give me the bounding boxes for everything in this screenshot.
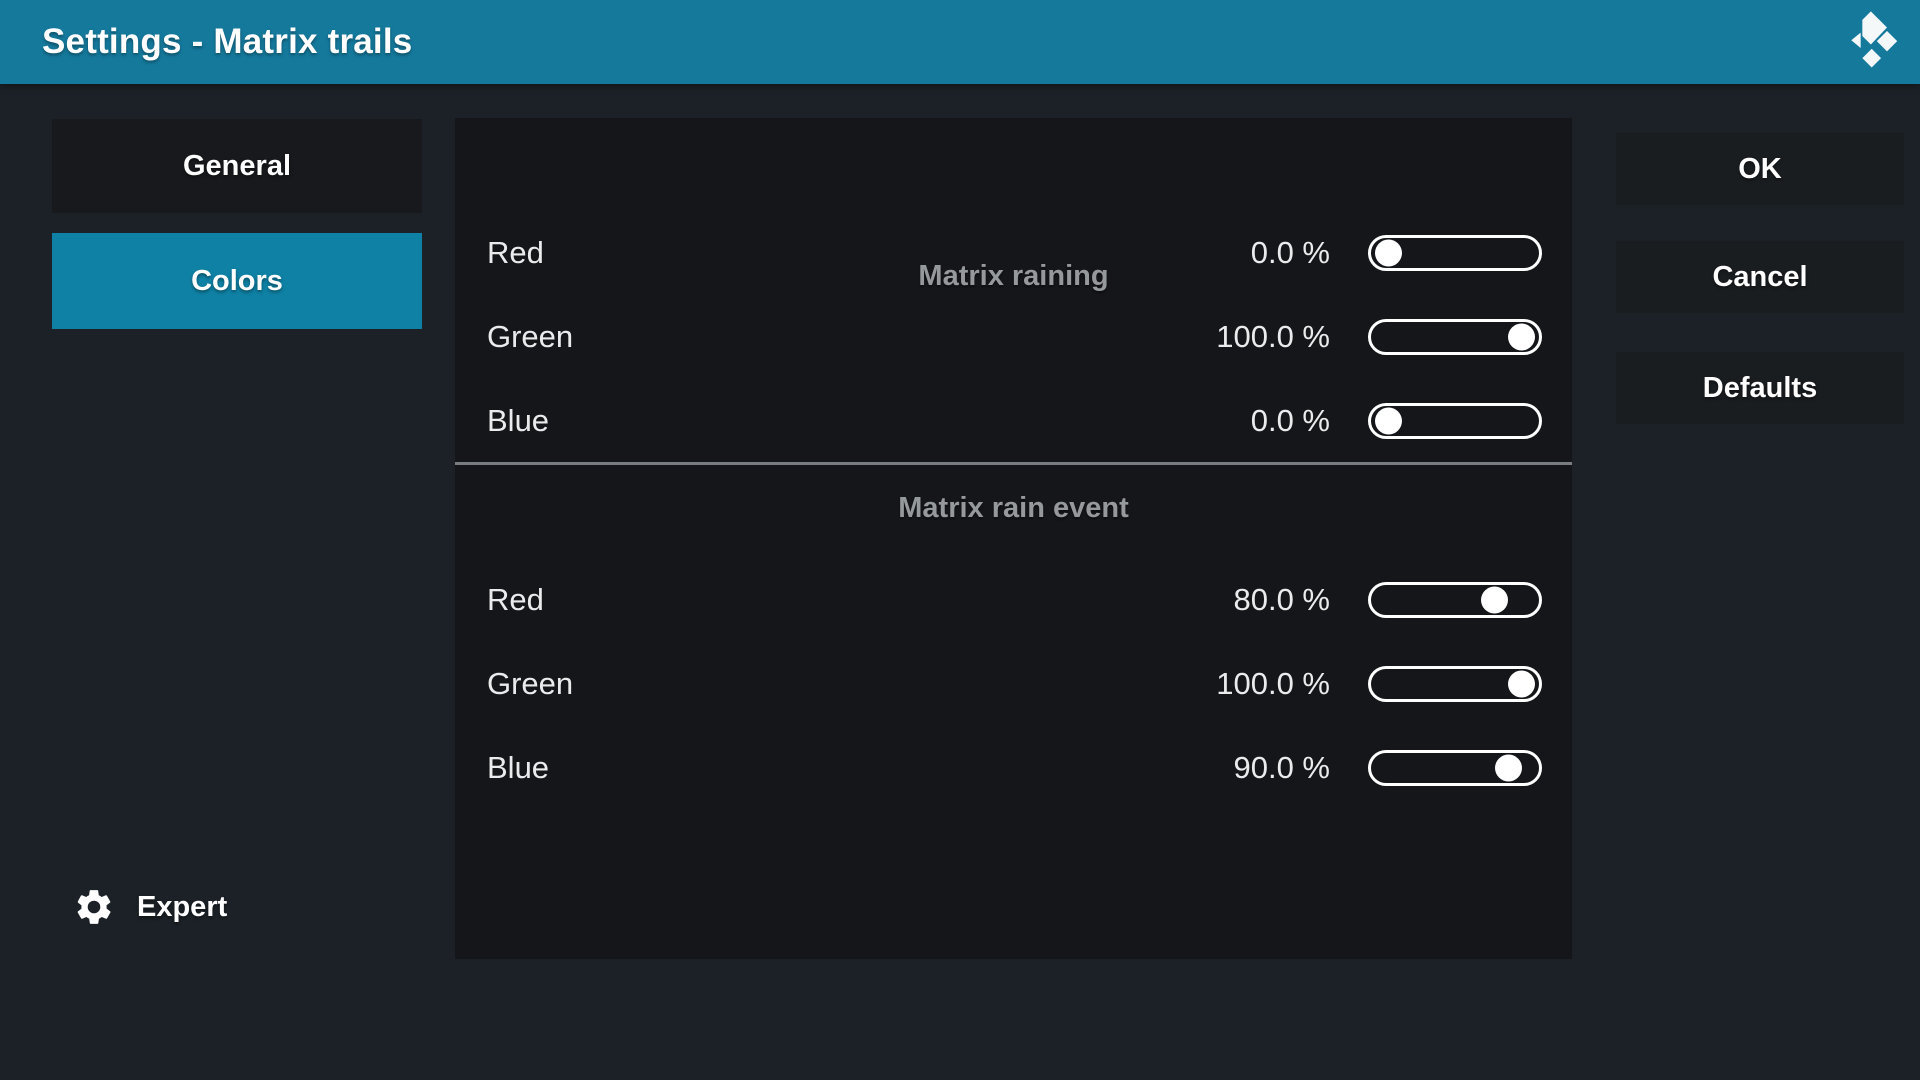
kodi-logo-icon — [1836, 8, 1904, 76]
sidebar-item-general[interactable]: General — [52, 119, 422, 213]
slider[interactable] — [1368, 750, 1542, 786]
slider-knob[interactable] — [1508, 671, 1535, 698]
setting-value: 100.0 % — [1075, 319, 1330, 355]
setting-label: Green — [487, 319, 573, 355]
sidebar-item-label: Colors — [191, 265, 283, 298]
settings-dialog: Settings - Matrix trails General Colors … — [0, 0, 1920, 1080]
slider[interactable] — [1368, 666, 1542, 702]
settings-level-toggle[interactable]: Expert — [73, 882, 227, 932]
setting-label: Red — [487, 582, 544, 618]
defaults-button[interactable]: Defaults — [1616, 352, 1904, 424]
section-separator — [455, 462, 1572, 465]
gear-icon — [73, 886, 115, 928]
setting-label: Blue — [487, 750, 549, 786]
slider-knob[interactable] — [1508, 324, 1535, 351]
slider[interactable] — [1368, 235, 1542, 271]
setting-value: 0.0 % — [1075, 403, 1330, 439]
setting-value: 0.0 % — [1075, 235, 1330, 271]
cancel-button-label: Cancel — [1712, 261, 1807, 294]
slider[interactable] — [1368, 403, 1542, 439]
slider-knob[interactable] — [1481, 587, 1508, 614]
slider-knob[interactable] — [1375, 240, 1402, 267]
cancel-button[interactable]: Cancel — [1616, 241, 1904, 313]
setting-row-red[interactable]: Red 0.0 % — [455, 211, 1572, 295]
defaults-button-label: Defaults — [1703, 372, 1817, 405]
settings-panel: Matrix raining Red 0.0 % Green 100.0 % B… — [455, 118, 1572, 959]
settings-level-label: Expert — [137, 891, 227, 924]
setting-label: Green — [487, 666, 573, 702]
sidebar-item-colors[interactable]: Colors — [52, 233, 422, 329]
setting-value: 80.0 % — [1075, 582, 1330, 618]
slider-knob[interactable] — [1375, 408, 1402, 435]
ok-button-label: OK — [1738, 153, 1782, 186]
setting-row-green[interactable]: Green 100.0 % — [455, 642, 1572, 726]
ok-button[interactable]: OK — [1616, 133, 1904, 205]
setting-label: Red — [487, 235, 544, 271]
slider[interactable] — [1368, 319, 1542, 355]
sidebar-item-label: General — [183, 150, 291, 183]
setting-row-green[interactable]: Green 100.0 % — [455, 295, 1572, 379]
section-title: Matrix rain event — [455, 492, 1572, 525]
setting-value: 100.0 % — [1075, 666, 1330, 702]
setting-value: 90.0 % — [1075, 750, 1330, 786]
setting-label: Blue — [487, 403, 549, 439]
setting-row-red[interactable]: Red 80.0 % — [455, 558, 1572, 642]
setting-row-blue[interactable]: Blue 0.0 % — [455, 379, 1572, 463]
title-bar: Settings - Matrix trails — [0, 0, 1920, 84]
slider[interactable] — [1368, 582, 1542, 618]
page-title: Settings - Matrix trails — [42, 0, 412, 84]
setting-row-blue[interactable]: Blue 90.0 % — [455, 726, 1572, 810]
slider-knob[interactable] — [1495, 755, 1522, 782]
